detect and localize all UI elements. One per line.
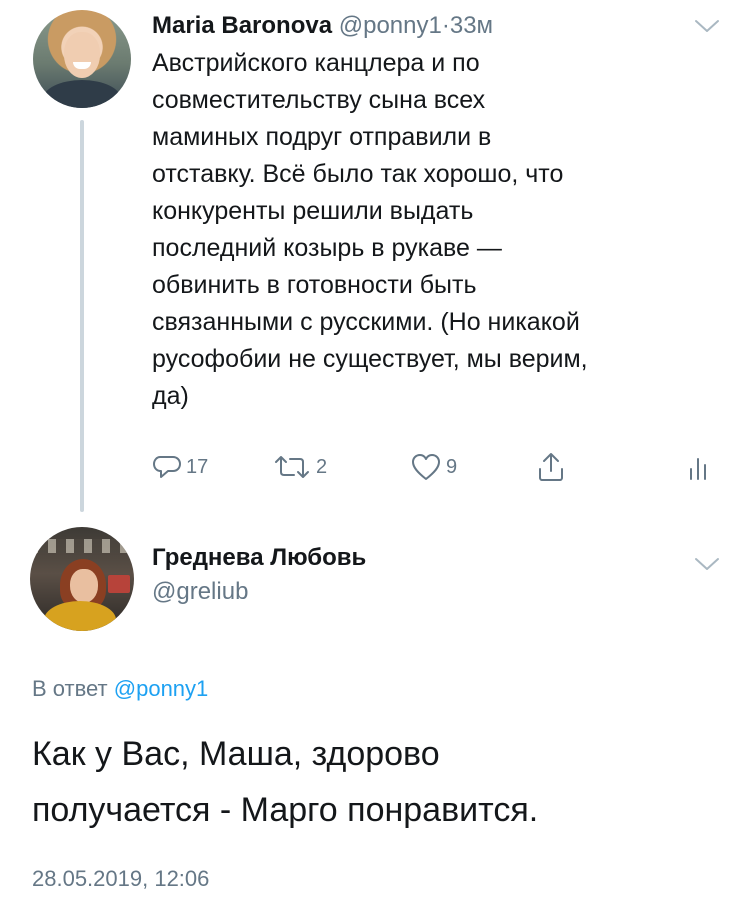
author-name[interactable]: Maria Baronova [152, 12, 332, 39]
analytics-icon [688, 452, 708, 482]
reply-count: 17 [186, 455, 209, 478]
reply-button[interactable]: 17 [152, 450, 208, 484]
tweet-text-line: совместительству сына всех [152, 86, 486, 114]
tweet-text-line: Австрийского канцлера и по [152, 49, 480, 77]
tweet-text-line: маминых подруг отправили в [152, 123, 492, 151]
retweet-count: 2 [316, 455, 328, 478]
tweet-text-line: конкуренты решили выдать [152, 197, 474, 225]
avatar-shoulders [43, 80, 121, 108]
reply-context: В ответ @ponny1 [32, 676, 208, 702]
tweet-text-line: связанными с русскими. (Но никакой [152, 308, 580, 336]
reply-text-line: получается - Марго понравится. [32, 791, 539, 829]
avatar-face [70, 569, 98, 603]
reply-timestamp[interactable]: 28.05.2019, 12:06 [32, 866, 209, 892]
time-separator: · [441, 12, 450, 39]
chevron-down-icon[interactable] [694, 556, 720, 572]
like-button[interactable]: 9 [410, 450, 457, 484]
reply-text-line: Как у Вас, Маша, здорово [32, 735, 440, 773]
author-handle[interactable]: @ponny1 [339, 12, 442, 39]
tweet-text-line: последний козырь в рукаве — [152, 234, 502, 262]
replier-handle[interactable]: @greliub [152, 578, 248, 606]
author-avatar[interactable] [33, 10, 131, 108]
replier-avatar[interactable] [30, 527, 134, 631]
like-count: 9 [446, 455, 458, 478]
reply-handle-link[interactable]: @ponny1 [114, 676, 209, 701]
avatar-sweater [44, 601, 116, 631]
like-icon [410, 452, 442, 482]
tweet-header: Maria Baronova @ponny1·33м [152, 10, 493, 42]
thread-connector-line [80, 120, 84, 512]
share-button[interactable] [536, 450, 566, 484]
retweet-button[interactable]: 2 [272, 450, 327, 484]
avatar-background-lights [30, 539, 134, 553]
tweet-text: Австрийского канцлера и по совместительс… [152, 45, 722, 415]
reply-prefix: В ответ [32, 676, 108, 701]
retweet-icon [272, 452, 312, 482]
tweet-text-line: обвинить в готовности быть [152, 271, 477, 299]
avatar-background-screen [108, 575, 130, 593]
chevron-down-icon[interactable] [694, 18, 720, 34]
replier-name[interactable]: Греднева Любовь [152, 544, 366, 572]
tweet-text-line: отставку. Всё было так хорошо, что [152, 160, 564, 188]
analytics-button[interactable] [688, 450, 708, 484]
tweet-text-line: русофобии не существует, мы верим, [152, 345, 588, 373]
reply-icon [152, 452, 182, 482]
avatar-face [64, 32, 100, 78]
tweet-text-line: да) [152, 382, 189, 410]
share-icon [536, 451, 566, 483]
reply-text: Как у Вас, Маша, здорово получается - Ма… [32, 726, 732, 838]
tweet-time[interactable]: 33м [450, 12, 493, 39]
